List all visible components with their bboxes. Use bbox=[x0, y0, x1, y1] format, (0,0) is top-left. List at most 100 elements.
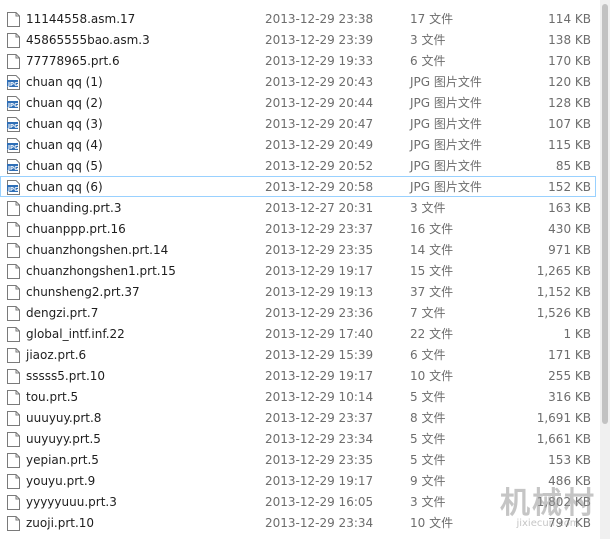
file-size: 152 KB bbox=[548, 180, 591, 194]
file-name: chuanding.prt.3 bbox=[26, 201, 122, 215]
file-name: jiaoz.prt.6 bbox=[26, 348, 87, 362]
file-type: JPG 图片文件 bbox=[410, 96, 482, 110]
file-type: 9 文件 bbox=[410, 474, 446, 488]
generic-file-icon bbox=[7, 432, 20, 447]
file-date-modified: 2013-12-29 20:43 bbox=[265, 75, 374, 89]
file-type: 7 文件 bbox=[410, 306, 446, 320]
file-date-modified: 2013-12-29 20:49 bbox=[265, 138, 374, 152]
file-size: 316 KB bbox=[548, 390, 591, 404]
generic-file-icon bbox=[7, 12, 20, 27]
file-date-modified: 2013-12-29 10:14 bbox=[265, 390, 374, 404]
file-type: 5 文件 bbox=[410, 432, 446, 446]
file-date-modified: 2013-12-29 15:39 bbox=[265, 348, 374, 362]
file-row[interactable]: tou.prt.5 2013-12-29 10:14 5 文件 316 KB bbox=[0, 386, 596, 407]
generic-file-icon bbox=[7, 222, 20, 237]
file-name: chunsheng2.prt.37 bbox=[26, 285, 140, 299]
generic-file-icon bbox=[7, 516, 20, 531]
file-row[interactable]: 77778965.prt.6 2013-12-29 19:33 6 文件 170 KB bbox=[0, 50, 596, 71]
file-row[interactable]: 11144558.asm.17 2013-12-29 23:38 17 文件 114 … bbox=[0, 8, 596, 29]
file-row[interactable]: youyu.prt.9 2013-12-29 19:17 9 文件 486 KB bbox=[0, 470, 596, 491]
file-row[interactable]: yepian.prt.5 2013-12-29 23:35 5 文件 153 KB bbox=[0, 449, 596, 470]
file-name: 11144558.asm.17 bbox=[26, 12, 136, 26]
file-date-modified: 2013-12-29 23:35 bbox=[265, 243, 374, 257]
file-name: youyu.prt.9 bbox=[26, 474, 96, 488]
file-date-modified: 2013-12-29 23:38 bbox=[265, 12, 374, 26]
file-size: 255 KB bbox=[548, 369, 591, 383]
generic-file-icon bbox=[7, 306, 20, 321]
generic-file-icon bbox=[7, 369, 20, 384]
file-row[interactable]: JPG chuan qq (4) 2013-12-29 20:49 JPG 图片文件 1… bbox=[0, 134, 596, 155]
file-size: 1,661 KB bbox=[536, 432, 591, 446]
file-type: 5 文件 bbox=[410, 390, 446, 404]
file-type: 37 文件 bbox=[410, 285, 454, 299]
vertical-scrollbar[interactable] bbox=[600, 0, 610, 539]
file-name: 77778965.prt.6 bbox=[26, 54, 120, 68]
file-row[interactable]: JPG chuan qq (3) 2013-12-29 20:47 JPG 图片文件 1… bbox=[0, 113, 596, 134]
file-row[interactable]: uuyuyy.prt.5 2013-12-29 23:34 5 文件 1,661 KB bbox=[0, 428, 596, 449]
svg-text:JPG: JPG bbox=[7, 166, 19, 172]
file-type: JPG 图片文件 bbox=[410, 180, 482, 194]
file-type: 10 文件 bbox=[410, 369, 454, 383]
file-size: 486 KB bbox=[548, 474, 591, 488]
file-row[interactable]: chuanzhongshen.prt.14 2013-12-29 23:35 14 … bbox=[0, 239, 596, 260]
file-size: 120 KB bbox=[548, 75, 591, 89]
file-size: 85 KB bbox=[555, 159, 591, 173]
generic-file-icon bbox=[7, 348, 20, 363]
file-size: 971 KB bbox=[548, 243, 591, 257]
file-name: zuoji.prt.10 bbox=[26, 516, 95, 530]
file-row[interactable]: global_intf.inf.22 2013-12-29 17:40 22 文件 1… bbox=[0, 323, 596, 344]
file-row[interactable]: chunsheng2.prt.37 2013-12-29 19:13 37 文件 1,… bbox=[0, 281, 596, 302]
file-row[interactable]: JPG chuan qq (2) 2013-12-29 20:44 JPG 图片文件 1… bbox=[0, 92, 596, 113]
file-type: JPG 图片文件 bbox=[410, 117, 482, 131]
file-name: chuan qq (2) bbox=[26, 96, 103, 110]
scrollbar-thumb[interactable] bbox=[602, 4, 608, 424]
file-name: global_intf.inf.22 bbox=[26, 327, 125, 341]
file-row[interactable]: chuanppp.prt.16 2013-12-29 23:37 16 文件 430 … bbox=[0, 218, 596, 239]
file-name: dengzi.prt.7 bbox=[26, 306, 99, 320]
file-name: chuan qq (6) bbox=[26, 180, 103, 194]
file-row[interactable]: dengzi.prt.7 2013-12-29 23:36 7 文件 1,526 KB bbox=[0, 302, 596, 323]
jpg-file-icon: JPG bbox=[7, 75, 20, 90]
file-size: 138 KB bbox=[548, 33, 591, 47]
svg-text:JPG: JPG bbox=[7, 82, 19, 88]
file-date-modified: 2013-12-29 19:17 bbox=[265, 369, 374, 383]
file-type: JPG 图片文件 bbox=[410, 138, 482, 152]
file-type: 14 文件 bbox=[410, 243, 454, 257]
file-name: uuuyuy.prt.8 bbox=[26, 411, 102, 425]
file-row[interactable]: JPG chuan qq (1) 2013-12-29 20:43 JPG 图片文件 1… bbox=[0, 71, 596, 92]
generic-file-icon bbox=[7, 453, 20, 468]
file-type: 3 文件 bbox=[410, 33, 446, 47]
generic-file-icon bbox=[7, 33, 20, 48]
file-type: 16 文件 bbox=[410, 222, 454, 236]
file-size: 114 KB bbox=[548, 12, 591, 26]
file-row[interactable]: chuanding.prt.3 2013-12-27 20:31 3 文件 163 K… bbox=[0, 197, 596, 218]
file-row[interactable]: JPG chuan qq (5) 2013-12-29 20:52 JPG 图片文件 8… bbox=[0, 155, 596, 176]
file-type: 6 文件 bbox=[410, 54, 446, 68]
file-name: yyyyyuuu.prt.3 bbox=[26, 495, 117, 509]
file-type: 17 文件 bbox=[410, 12, 454, 26]
file-type: 10 文件 bbox=[410, 516, 454, 530]
jpg-file-icon: JPG bbox=[7, 159, 20, 174]
file-date-modified: 2013-12-29 19:13 bbox=[265, 285, 374, 299]
file-date-modified: 2013-12-29 19:33 bbox=[265, 54, 374, 68]
file-row[interactable]: 45865555bao.asm.3 2013-12-29 23:39 3 文件 138… bbox=[0, 29, 596, 50]
file-row[interactable]: chuanzhongshen1.prt.15 2013-12-29 19:17 15… bbox=[0, 260, 596, 281]
file-name: yepian.prt.5 bbox=[26, 453, 99, 467]
file-date-modified: 2013-12-29 23:35 bbox=[265, 453, 374, 467]
file-name: chuan qq (5) bbox=[26, 159, 103, 173]
file-type: JPG 图片文件 bbox=[410, 159, 482, 173]
file-row[interactable]: JPG chuan qq (6) 2013-12-29 20:58 JPG 图片文件 1… bbox=[0, 176, 596, 197]
file-row[interactable]: zuoji.prt.10 2013-12-29 23:34 10 文件 797 KB bbox=[0, 512, 596, 533]
jpg-file-icon: JPG bbox=[7, 96, 20, 111]
file-size: 170 KB bbox=[548, 54, 591, 68]
jpg-file-icon: JPG bbox=[7, 138, 20, 153]
svg-text:JPG: JPG bbox=[7, 103, 19, 109]
file-date-modified: 2013-12-29 23:39 bbox=[265, 33, 374, 47]
file-row[interactable]: yyyyyuuu.prt.3 2013-12-29 16:05 3 文件 1,802 … bbox=[0, 491, 596, 512]
file-row[interactable]: jiaoz.prt.6 2013-12-29 15:39 6 文件 171 KB bbox=[0, 344, 596, 365]
file-date-modified: 2013-12-29 19:17 bbox=[265, 264, 374, 278]
file-row[interactable]: uuuyuy.prt.8 2013-12-29 23:37 8 文件 1,691 KB bbox=[0, 407, 596, 428]
file-name: 45865555bao.asm.3 bbox=[26, 33, 150, 47]
file-row[interactable]: sssss5.prt.10 2013-12-29 19:17 10 文件 255 KB bbox=[0, 365, 596, 386]
generic-file-icon bbox=[7, 201, 20, 216]
